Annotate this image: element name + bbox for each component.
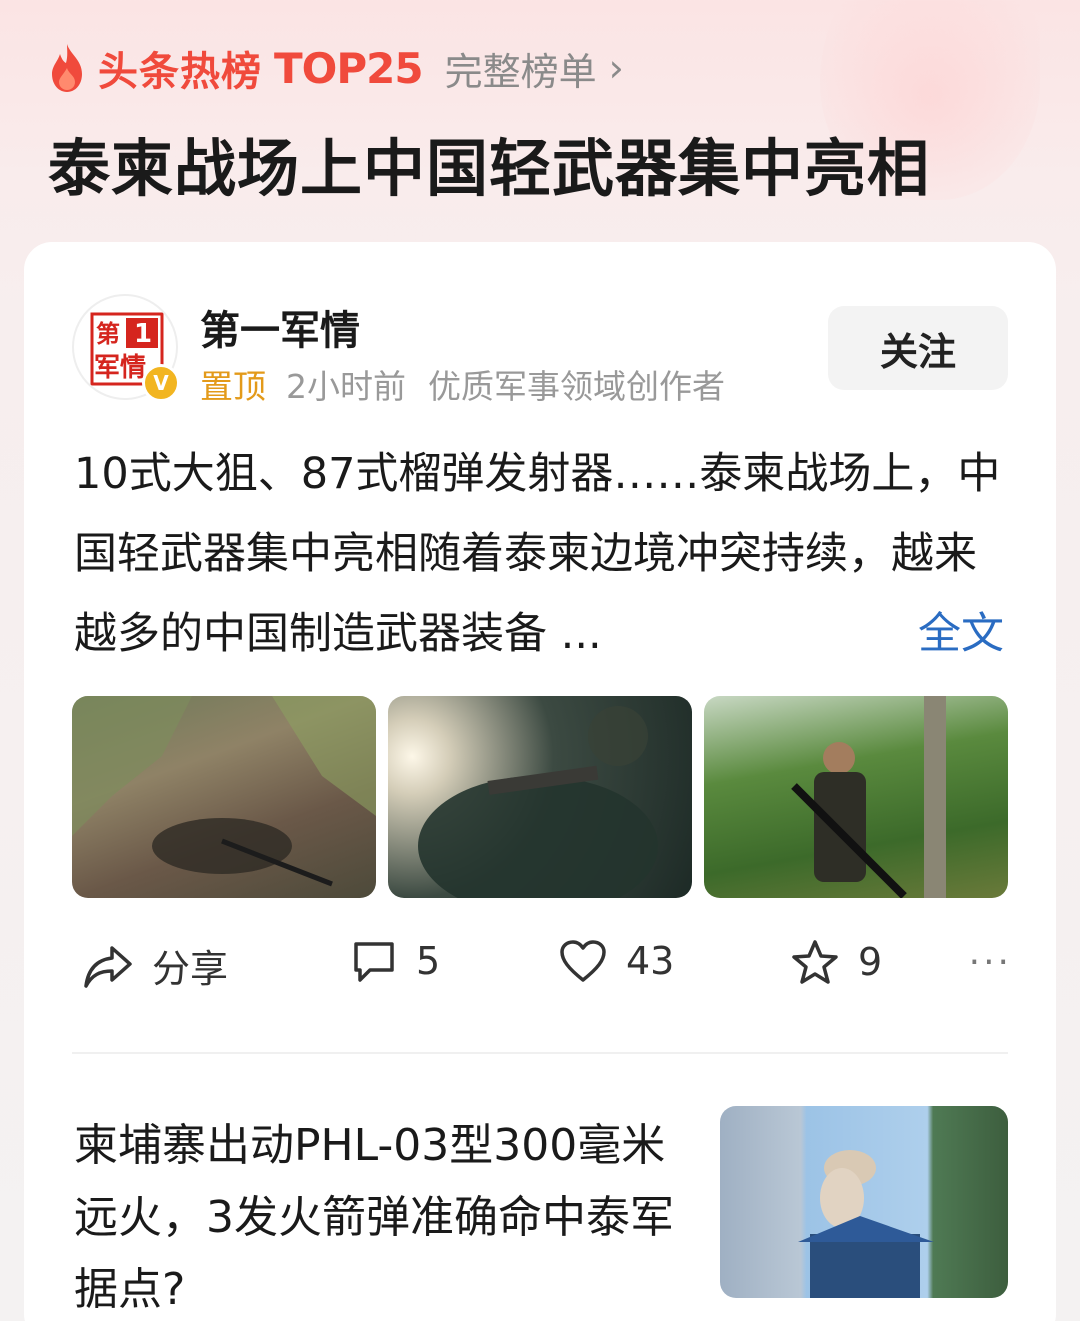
full-list-link[interactable]: 完整榜单 [445,41,597,96]
like-count: 43 [626,939,675,983]
svg-text:1: 1 [134,319,152,349]
post-actions: 分享 5 43 9 ··· [82,938,1012,998]
hot-list-header: 头条热榜 TOP25 完整榜单 › 泰柬战场上中国轻武器集中亮相 [0,0,1080,240]
svg-text:第: 第 [96,320,120,348]
star-icon [792,940,838,984]
author-description: 优质军事领域创作者 [428,367,725,406]
chevron-right-icon[interactable]: › [609,46,624,90]
post-image-3[interactable] [704,696,1008,898]
hot-topic-headline[interactable]: 泰柬战场上中国轻武器集中亮相 [48,118,930,208]
author-name[interactable]: 第一军情 [200,298,360,356]
hot-rank-badge: TOP25 [274,43,424,93]
share-icon [84,945,132,988]
like-button[interactable]: 43 [558,938,674,984]
post-meta: 置顶 2小时前 优质军事领域创作者 [200,360,725,408]
share-label: 分享 [152,947,229,991]
post-image-2[interactable] [388,696,692,898]
hot-list-title: 头条热榜 [98,49,262,95]
divider [72,1052,1008,1054]
related-news-title[interactable]: 柬埔寨出动PHL-03型300毫米远火，3发火箭弹准确命中泰军据点? [74,1110,684,1321]
favorite-button[interactable]: 9 [790,938,882,986]
post-card: 第 1 军情 V 第一军情 置顶 2小时前 优质军事领域创作者 关注 10式大狙… [24,242,1056,1321]
heart-icon [560,940,606,982]
comment-count: 5 [416,939,441,983]
full-text-link[interactable]: 全文 [918,594,1004,674]
pinned-label: 置顶 [200,367,266,406]
svg-text:军情: 军情 [94,353,146,383]
post-time: 2小时前 [286,367,406,406]
post-image-1[interactable] [72,696,376,898]
post-ellipsis: ... [560,609,602,659]
follow-button[interactable]: 关注 [828,306,1008,390]
favorite-count: 9 [858,940,883,984]
related-news-thumbnail[interactable] [720,1106,1008,1298]
share-button[interactable]: 分享 [82,938,228,993]
post-body[interactable]: 10式大狙、87式榴弹发射器……泰柬战场上，中国轻武器集中亮相随着泰柬边境冲突持… [74,434,1004,674]
post-image-grid [72,696,1008,898]
flame-icon [52,44,82,92]
verified-badge-icon: V [142,364,180,402]
more-options-icon[interactable]: ··· [969,942,1012,983]
comment-icon [354,942,394,982]
post-text: 10式大狙、87式榴弹发射器……泰柬战场上，中国轻武器集中亮相随着泰柬边境冲突持… [74,449,1001,659]
comment-button[interactable]: 5 [350,938,440,984]
hot-list-bar[interactable]: 头条热榜 TOP25 完整榜单 › [46,40,624,96]
